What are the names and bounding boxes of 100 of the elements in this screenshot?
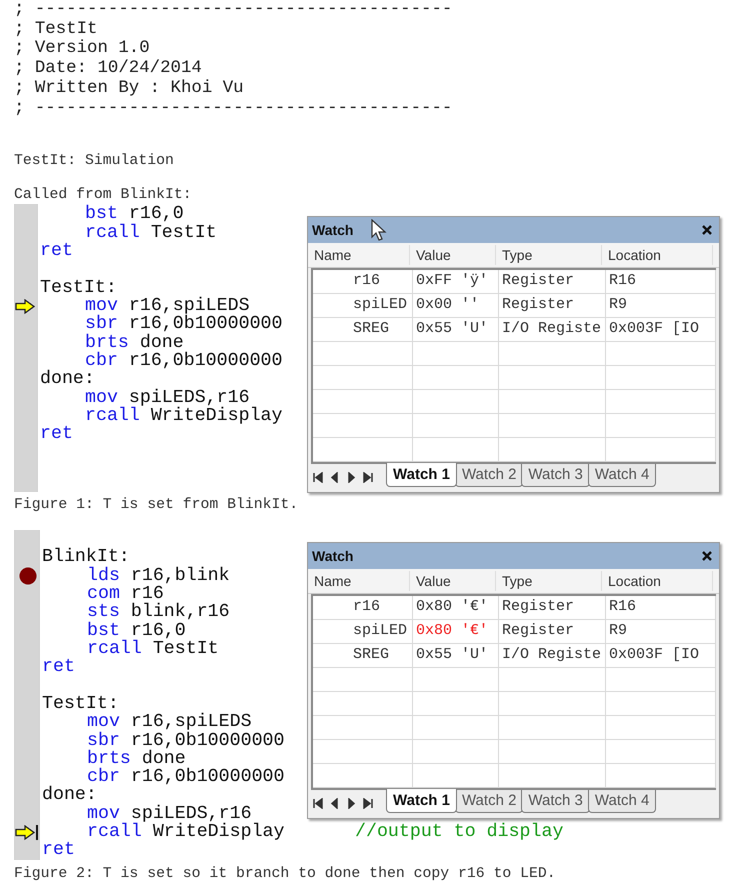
close-icon (701, 550, 713, 562)
table-cell: R9 (606, 620, 716, 644)
table-cell: 0x55 'U' (413, 644, 499, 668)
tab[interactable]: Watch 2 (454, 464, 524, 488)
next-button[interactable] (346, 796, 357, 808)
tab[interactable]: Watch 3 (521, 790, 590, 814)
code-line: ret (42, 841, 75, 860)
first-button[interactable] (312, 796, 323, 808)
last-button[interactable] (363, 470, 374, 482)
previous-icon (329, 472, 340, 483)
close-button[interactable] (701, 550, 713, 562)
first-icon (312, 798, 323, 809)
table-cell: 0x003F [IO (606, 318, 716, 342)
table-cell: I/O Registe (499, 644, 606, 668)
column-header[interactable]: Type (496, 245, 602, 266)
code-line: mov r16,spiLEDS (84, 296, 250, 316)
last-icon (363, 798, 374, 809)
table-cell: I/O Registe (499, 318, 606, 342)
next-icon (346, 472, 357, 483)
code-line: bst r16,0 (86, 622, 186, 640)
table-cell: r16 (313, 596, 413, 620)
previous-button[interactable] (329, 796, 340, 808)
comment-line: ; ---------------------------------------- (14, 98, 454, 118)
table-cell: 0xFF 'ÿ' (413, 270, 499, 294)
table-cell: Register (499, 294, 606, 318)
previous-button[interactable] (329, 470, 340, 482)
table-cell: SREG (313, 318, 413, 342)
body-text: Called from BlinkIt: (14, 186, 193, 204)
panel-title: Watch (312, 548, 354, 564)
code-line: mov spiLEDS,r16 (84, 388, 250, 407)
figure-caption: Figure 1: T is set from BlinkIt. (14, 496, 300, 514)
code-line: rcall WriteDisplay (84, 406, 282, 426)
code-line: rcall WriteDisplay (86, 822, 284, 842)
table-cell: 0x80 '€' (413, 596, 499, 620)
table-cell: R9 (606, 294, 716, 318)
table-cell: spiLED (313, 620, 413, 644)
next-icon (346, 798, 357, 809)
code-line: bst r16,0 (84, 205, 184, 224)
tab[interactable]: Watch 2 (454, 790, 524, 814)
table-cell: R16 (606, 596, 716, 620)
table-cell: Register (499, 596, 606, 620)
table-cell: 0x80 '€' (413, 620, 499, 644)
code-line: rcall TestIt (84, 224, 217, 242)
code-line: ret (42, 658, 75, 677)
first-button[interactable] (312, 470, 323, 482)
column-header[interactable]: Name (308, 571, 410, 592)
comment-line: ; TestIt (14, 20, 98, 39)
section-title: TestIt: Simulation (14, 152, 175, 170)
table-cell: 0x00 '' (413, 294, 499, 318)
next-button[interactable] (346, 470, 357, 482)
column-header[interactable]: Location (602, 571, 713, 592)
first-icon (312, 472, 323, 483)
code-line: cbr r16,0b10000000 (85, 352, 282, 370)
table-cell: 0x003F [IO (606, 644, 716, 668)
tab[interactable]: Watch 1 (386, 789, 457, 814)
code-line: sbr r16,0b10000000 (86, 732, 284, 750)
close-button[interactable] (701, 224, 713, 236)
last-icon (363, 472, 374, 483)
figure-caption: Figure 2: T is set so it branch to done then copy r16 to LED. (14, 865, 557, 884)
code-line: sbr r16,0b10000000 (84, 315, 282, 334)
close-icon (701, 224, 713, 236)
tab[interactable]: Watch 3 (521, 464, 590, 488)
comment-line: ; Date: 10/24/2014 (14, 59, 203, 79)
code-line: lds r16,blink (86, 566, 230, 585)
column-header[interactable]: Type (496, 571, 602, 592)
code-line: rcall TestIt (86, 640, 219, 658)
table-cell: 0x55 'U' (413, 318, 499, 342)
table-cell: Register (499, 620, 606, 644)
comment-line: ; Written By : Khoi Vu (14, 78, 245, 99)
column-header[interactable]: Value (410, 571, 496, 592)
code-line: brts done (86, 750, 186, 768)
code-line: mov r16,spiLEDS (86, 713, 252, 732)
code-line: ret (40, 425, 73, 444)
code-line: brts done (84, 334, 184, 352)
table-cell: r16 (313, 270, 413, 294)
tab[interactable]: Watch 4 (588, 464, 656, 488)
column-header[interactable]: Name (308, 245, 410, 266)
code-comment: //output to display (355, 823, 564, 842)
code-line: TestIt: (42, 694, 119, 714)
panel-title: Watch (312, 222, 354, 238)
code-line: BlinkIt: (42, 548, 130, 567)
code-line: com r16 (86, 584, 164, 604)
last-button[interactable] (363, 796, 374, 808)
code-line: done: (42, 786, 97, 805)
code-line: ret (40, 242, 73, 260)
code-line: mov spiLEDS,r16 (86, 804, 252, 824)
table-cell: R16 (606, 270, 716, 294)
previous-icon (329, 798, 340, 809)
column-header[interactable]: Value (410, 245, 496, 266)
tab[interactable]: Watch 1 (386, 463, 457, 488)
code-line: cbr r16,0b10000000 (87, 768, 284, 786)
comment-line: ; ---------------------------------------- (14, 0, 454, 20)
code-line: sts blink,r16 (86, 603, 230, 622)
comment-line: ; Version 1.0 (14, 39, 151, 59)
code-line: done: (40, 370, 95, 388)
table-cell: SREG (313, 644, 413, 668)
table-cell: Register (499, 270, 606, 294)
table-cell: spiLED (313, 294, 413, 318)
column-header[interactable]: Location (602, 245, 713, 266)
tab[interactable]: Watch 4 (588, 790, 656, 814)
